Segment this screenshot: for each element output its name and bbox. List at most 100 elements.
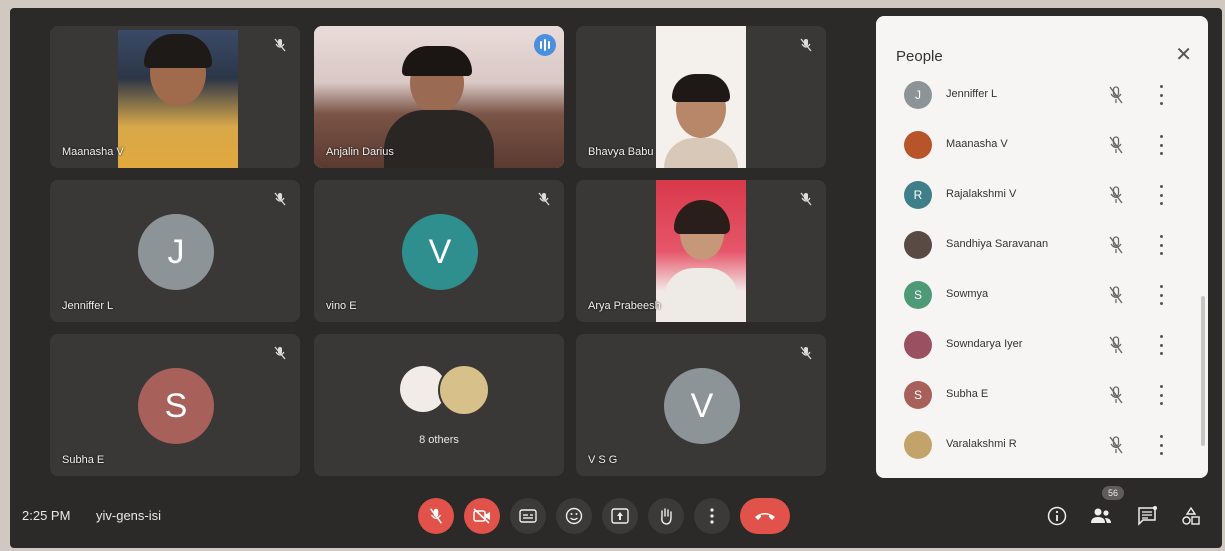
- others-count-label: 8 others: [419, 434, 459, 446]
- avatar: S: [904, 381, 932, 409]
- person-name: Subha E: [946, 388, 989, 400]
- participant-video: [656, 180, 746, 322]
- participant-tile-arya[interactable]: Arya Prabeesh: [576, 180, 826, 322]
- avatar: [904, 231, 932, 259]
- avatar: J: [904, 81, 932, 109]
- participant-name: Subha E: [62, 454, 105, 466]
- mic-off-icon[interactable]: [1108, 85, 1124, 105]
- avatar: R: [904, 181, 932, 209]
- participant-tile-bhavya[interactable]: Bhavya Babu: [576, 26, 826, 168]
- meeting-details-button[interactable]: [1046, 505, 1068, 527]
- participant-name: Maanasha V: [62, 146, 124, 158]
- participant-name: vino E: [326, 300, 357, 312]
- more-options-icon[interactable]: [1158, 135, 1164, 155]
- phone-hangup-icon: [755, 513, 775, 520]
- person-name: Sowmya: [946, 288, 989, 300]
- participant-avatar: S: [138, 368, 214, 444]
- people-button[interactable]: [1090, 505, 1112, 527]
- participant-count-badge: 56: [1102, 486, 1124, 500]
- hand-icon: [661, 508, 672, 525]
- chat-button[interactable]: [1136, 505, 1158, 527]
- mic-off-icon[interactable]: [1108, 385, 1124, 405]
- reactions-button[interactable]: [556, 498, 592, 534]
- person-name: Sowndarya Iyer: [946, 338, 1023, 350]
- present-icon: [611, 508, 629, 524]
- person-name: Jenniffer L: [946, 88, 998, 100]
- participant-name: Jenniffer L: [62, 300, 114, 312]
- people-list-item[interactable]: Sowndarya Iyer: [876, 320, 1208, 370]
- mic-off-icon: [274, 192, 286, 206]
- present-screen-button[interactable]: [602, 498, 638, 534]
- activities-button[interactable]: [1180, 505, 1202, 527]
- camera-toggle-button[interactable]: [464, 498, 500, 534]
- mic-off-icon[interactable]: [1108, 435, 1124, 455]
- participant-video: [118, 30, 238, 168]
- more-options-icon[interactable]: [1158, 235, 1164, 255]
- participant-avatar: J: [138, 214, 214, 290]
- activities-icon: [1182, 506, 1200, 525]
- chat-icon: [1138, 506, 1157, 526]
- others-avatar-2: [438, 364, 490, 416]
- person-name: Sandhiya Saravanan: [946, 238, 1049, 250]
- close-icon[interactable]: ✕: [1175, 42, 1192, 67]
- avatar: S: [904, 281, 932, 309]
- mic-off-icon[interactable]: [1108, 335, 1124, 355]
- participant-tile-vino[interactable]: V vino E: [314, 180, 564, 322]
- people-list-item[interactable]: J Jenniffer L: [876, 70, 1208, 120]
- more-options-icon[interactable]: [1158, 385, 1164, 405]
- mic-off-icon[interactable]: [1108, 135, 1124, 155]
- more-options-icon[interactable]: [1158, 435, 1164, 455]
- mic-off-icon: [800, 38, 812, 52]
- people-panel-scrollbar[interactable]: [1201, 296, 1205, 446]
- mic-off-icon[interactable]: [1108, 235, 1124, 255]
- people-list-item[interactable]: Maanasha V: [876, 120, 1208, 170]
- captions-icon: [519, 509, 537, 523]
- mic-off-icon: [538, 192, 550, 206]
- leave-call-button[interactable]: [740, 498, 790, 534]
- emoji-icon: [565, 507, 583, 525]
- people-list-item[interactable]: Varalakshmi R: [876, 420, 1208, 470]
- person-name: Varalakshmi R: [946, 438, 1017, 450]
- participant-tile-vsg[interactable]: V V S G: [576, 334, 826, 476]
- participant-name: Bhavya Babu: [588, 146, 654, 158]
- people-list-item[interactable]: Sandhiya Saravanan: [876, 220, 1208, 270]
- mic-off-icon[interactable]: [1108, 285, 1124, 305]
- mic-off-icon: [800, 192, 812, 206]
- people-panel-title: People: [896, 48, 943, 65]
- meeting-code: yiv-gens-isi: [96, 508, 162, 523]
- participant-tile-jenniffer[interactable]: J Jenniffer L: [50, 180, 300, 322]
- microphone-toggle-button[interactable]: [418, 498, 454, 534]
- mic-off-icon: [430, 508, 442, 524]
- meet-window: Maanasha V Anjalin Darius Bhavya Babu J …: [10, 8, 1222, 548]
- others-avatars: [400, 362, 500, 418]
- more-options-icon[interactable]: [1158, 85, 1164, 105]
- others-tile[interactable]: 8 others: [314, 334, 564, 476]
- mic-off-icon: [800, 346, 812, 360]
- mic-off-icon: [274, 38, 286, 52]
- captions-button[interactable]: [510, 498, 546, 534]
- avatar: [904, 331, 932, 359]
- mic-off-icon[interactable]: [1108, 185, 1124, 205]
- mic-off-icon: [274, 346, 286, 360]
- participant-video: [656, 26, 746, 168]
- participant-avatar: V: [664, 368, 740, 444]
- participant-tile-subha[interactable]: S Subha E: [50, 334, 300, 476]
- avatar: [904, 131, 932, 159]
- people-panel: People ✕ J Jenniffer L Maanasha V R Raja…: [876, 16, 1208, 478]
- raise-hand-button[interactable]: [648, 498, 684, 534]
- more-options-icon[interactable]: [1158, 285, 1164, 305]
- participant-name: Arya Prabeesh: [588, 300, 661, 312]
- participant-tile-maanasha[interactable]: Maanasha V: [50, 26, 300, 168]
- people-list-item[interactable]: S Sowmya: [876, 270, 1208, 320]
- more-options-button[interactable]: [694, 498, 730, 534]
- people-list-item[interactable]: R Rajalakshmi V: [876, 170, 1208, 220]
- person-name: Rajalakshmi V: [946, 188, 1017, 200]
- more-options-icon[interactable]: [1158, 335, 1164, 355]
- info-icon: [1047, 506, 1067, 526]
- camera-off-icon: [473, 508, 490, 524]
- more-options-icon[interactable]: [1158, 185, 1164, 205]
- participant-tile-anjalin[interactable]: Anjalin Darius: [314, 26, 564, 168]
- participant-avatar: V: [402, 214, 478, 290]
- people-list-item[interactable]: S Subha E: [876, 370, 1208, 420]
- more-vert-icon: [710, 508, 714, 524]
